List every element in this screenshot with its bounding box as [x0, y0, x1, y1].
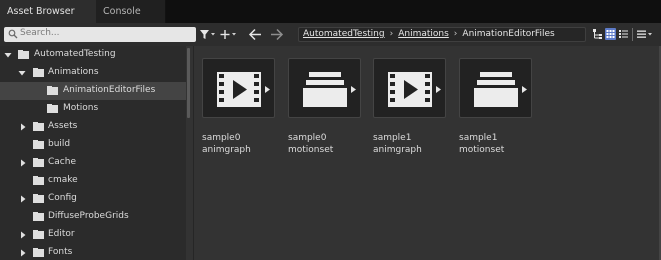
tab-bar: Asset Browser Console: [0, 0, 661, 23]
tree-view-icon[interactable]: [592, 28, 603, 40]
asset-type: animgraph: [373, 145, 422, 155]
folder-icon: [33, 230, 44, 239]
motionset-icon: [303, 72, 347, 107]
asset-name: sample1: [459, 133, 498, 143]
chevron-down-icon[interactable]: [18, 69, 26, 77]
list-view-icon[interactable]: [618, 28, 629, 40]
animgraph-icon: [388, 72, 432, 107]
animgraph-icon: [217, 72, 261, 107]
tree-item-label: Editor: [48, 229, 75, 239]
tree-scrollbar[interactable]: [187, 48, 190, 118]
tree-item-label: AnimationEditorFiles: [63, 85, 156, 95]
asset-thumbnail[interactable]: [373, 58, 446, 118]
folder-icon: [33, 158, 44, 167]
folder-icon: [33, 212, 44, 221]
folder-icon: [33, 194, 44, 203]
tree-item-editor[interactable]: Editor: [0, 226, 186, 244]
folder-icon: [33, 140, 44, 149]
asset-type: animgraph: [202, 145, 251, 155]
panel-divider[interactable]: [193, 46, 194, 260]
asset-name: sample0: [288, 133, 327, 143]
breadcrumb-item-animations[interactable]: Animations: [398, 29, 449, 39]
plus-icon[interactable]: [220, 27, 237, 42]
chevron-right-icon[interactable]: [19, 123, 27, 131]
folder-icon: [33, 122, 44, 131]
breadcrumb: AutomatedTesting › Animations › AnimationEdi…: [298, 27, 586, 42]
chevron-right-icon[interactable]: [522, 86, 527, 93]
folder-icon: [47, 104, 58, 113]
tree-item-label: Cache: [48, 157, 76, 167]
tree-item-animationeditorfiles[interactable]: AnimationEditorFiles: [0, 82, 186, 100]
tree-item-label: Config: [48, 193, 77, 203]
breadcrumb-separator: ›: [389, 29, 394, 39]
chevron-right-icon[interactable]: [351, 86, 356, 93]
tree-item-automatedtesting[interactable]: AutomatedTesting: [0, 46, 186, 64]
breadcrumb-separator: ›: [453, 29, 458, 39]
chevron-right-icon[interactable]: [19, 231, 27, 239]
arrow-right-icon[interactable]: [270, 27, 284, 42]
folder-icon: [47, 86, 58, 95]
folder-icon: [33, 248, 44, 257]
arrow-left-icon[interactable]: [248, 27, 262, 42]
folder-tree: AutomatedTesting Animations AnimationEdi…: [0, 46, 186, 260]
tab-console[interactable]: Console: [96, 0, 166, 23]
tree-item-label: Assets: [48, 121, 78, 131]
motionset-icon: [474, 72, 518, 107]
tree-item-fonts[interactable]: Fonts: [0, 244, 186, 260]
tree-item-animations[interactable]: Animations: [0, 64, 186, 82]
breadcrumb-item-automatedtesting[interactable]: AutomatedTesting: [303, 29, 385, 39]
tree-item-cache[interactable]: Cache: [0, 154, 186, 172]
folder-icon: [33, 176, 44, 185]
search-input[interactable]: Search...: [4, 27, 196, 42]
asset-name: sample1: [373, 133, 412, 143]
asset-type: motionset: [459, 145, 505, 155]
chevron-right-icon[interactable]: [19, 249, 27, 257]
chevron-right-icon[interactable]: [19, 195, 27, 203]
chevron-right-icon[interactable]: [265, 86, 270, 93]
tree-item-label: AutomatedTesting: [34, 49, 116, 59]
tree-item-assets[interactable]: Assets: [0, 118, 186, 136]
asset-name: sample0: [202, 133, 241, 143]
asset-thumbnail[interactable]: [459, 58, 532, 118]
asset-type: motionset: [288, 145, 334, 155]
tree-item-label: Animations: [48, 67, 99, 77]
asset-thumbnail[interactable]: [288, 58, 361, 118]
tree-item-cmake[interactable]: cmake: [0, 172, 186, 190]
search-icon: [8, 29, 18, 39]
tab-asset-browser[interactable]: Asset Browser: [0, 0, 96, 23]
asset-browser-panel: Search... AutomatedTesting › Animations › An…: [0, 23, 661, 260]
chevron-down-icon[interactable]: [4, 51, 12, 59]
chevron-right-icon[interactable]: [436, 86, 441, 93]
tree-item-config[interactable]: Config: [0, 190, 186, 208]
toolbar-divider: [632, 28, 633, 41]
tree-item-label: Fonts: [48, 247, 73, 257]
asset-thumbnail[interactable]: [202, 58, 275, 118]
tree-item-build[interactable]: build: [0, 136, 186, 154]
filter-icon[interactable]: [199, 27, 216, 42]
tree-item-label: Motions: [63, 103, 99, 113]
folder-icon: [18, 50, 29, 59]
tree-item-motions[interactable]: Motions: [0, 100, 186, 118]
tree-item-label: cmake: [48, 175, 78, 185]
tree-item-diffuseprobegrids[interactable]: DiffuseProbeGrids: [0, 208, 186, 226]
folder-icon: [33, 68, 44, 77]
toolbar: Search... AutomatedTesting › Animations › An…: [0, 23, 661, 46]
menu-icon[interactable]: [636, 28, 654, 40]
breadcrumb-current: AnimationEditorFiles: [462, 29, 555, 39]
grid-view-icon[interactable]: [605, 28, 616, 40]
tree-item-label: build: [48, 139, 71, 149]
chevron-right-icon[interactable]: [19, 159, 27, 167]
search-placeholder: Search...: [20, 28, 60, 38]
tree-item-label: DiffuseProbeGrids: [48, 211, 129, 221]
